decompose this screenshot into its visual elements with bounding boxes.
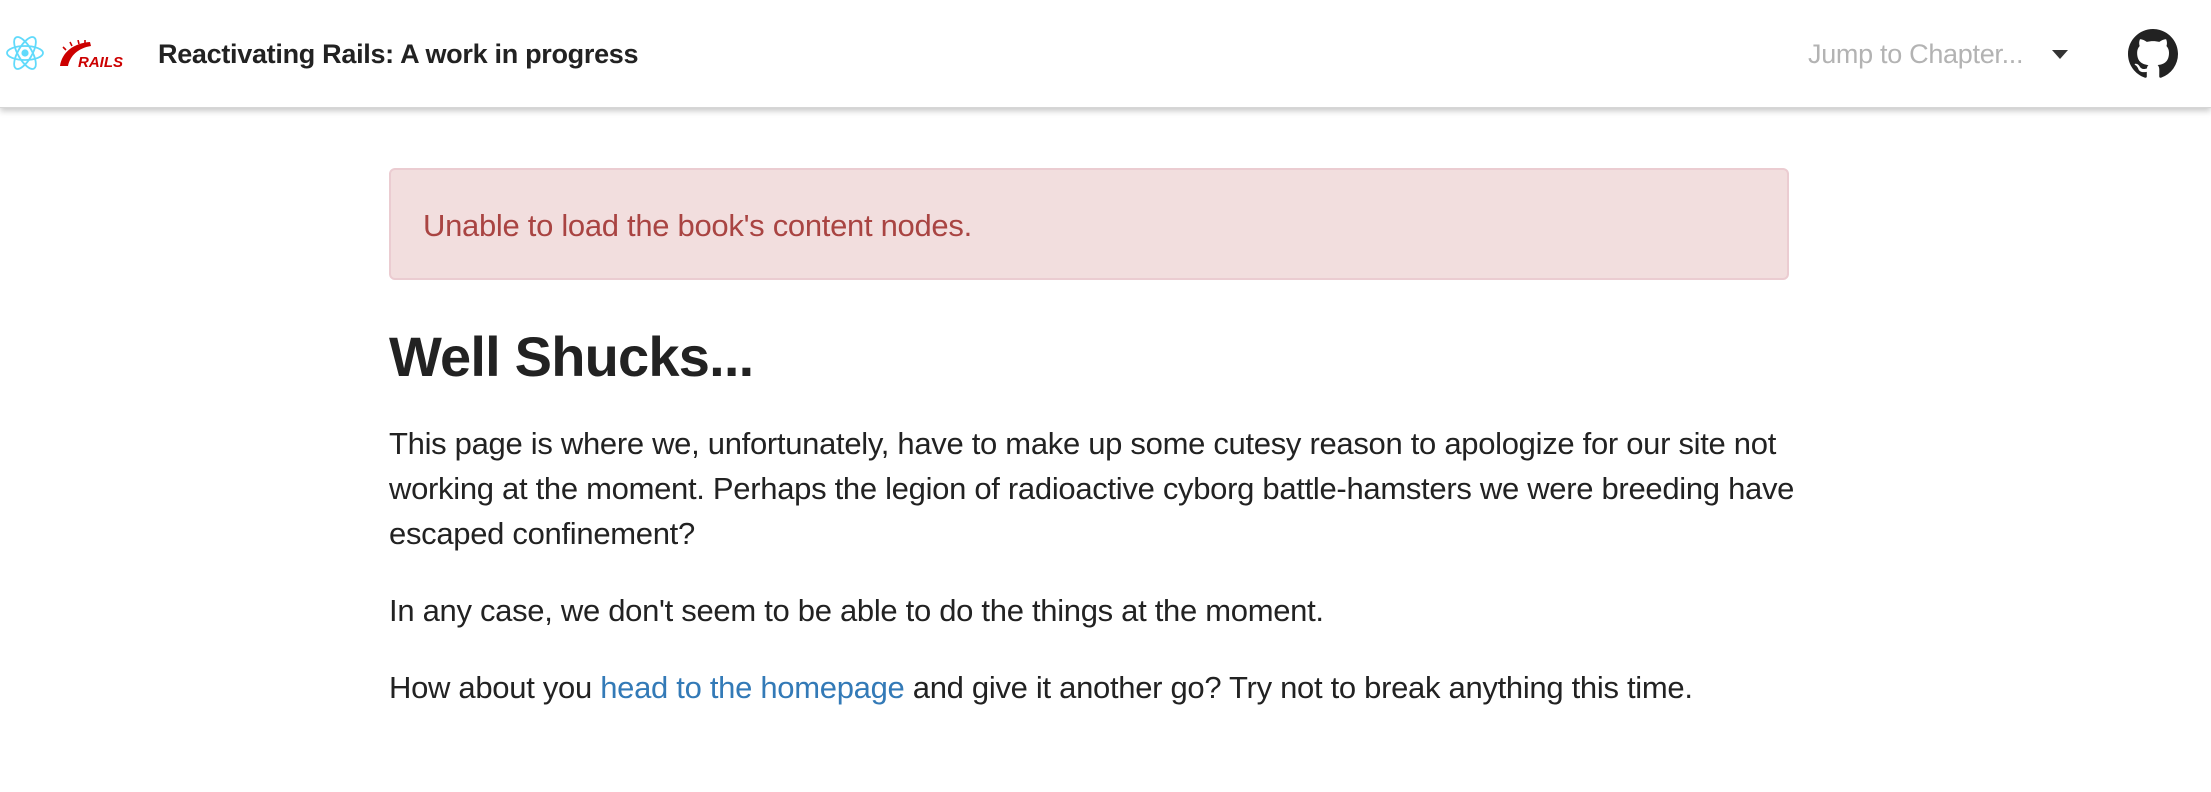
alert-message: Unable to load the book's content nodes.: [423, 208, 972, 243]
rails-logo-text: RAILS: [78, 54, 123, 70]
homepage-paragraph: How about you head to the homepage and g…: [389, 665, 1809, 710]
github-icon[interactable]: [2128, 29, 2178, 79]
homepage-paragraph-prefix: How about you: [389, 670, 601, 705]
jump-to-chapter-select[interactable]: Jump to Chapter...: [1800, 32, 2082, 76]
brand-title[interactable]: Reactivating Rails: A work in progress: [158, 36, 639, 72]
chapter-select-placeholder: Jump to Chapter...: [1808, 39, 2024, 69]
apology-paragraph: This page is where we, unfortunately, ha…: [389, 426, 1795, 551]
error-alert: Unable to load the book's content nodes.: [389, 168, 1789, 280]
top-navbar: RAILS Reactivating Rails: A work in prog…: [0, 0, 2211, 108]
react-logo-icon[interactable]: [4, 32, 46, 74]
caret-down-icon[interactable]: [2052, 50, 2068, 59]
status-paragraph: In any case, we don't seem to be able to…: [389, 593, 1324, 628]
rails-logo-icon[interactable]: RAILS: [58, 39, 132, 71]
homepage-paragraph-suffix: and give it another go? Try not to break…: [904, 670, 1693, 705]
page-title: Well Shucks...: [389, 325, 754, 388]
homepage-link[interactable]: head to the homepage: [600, 670, 905, 705]
